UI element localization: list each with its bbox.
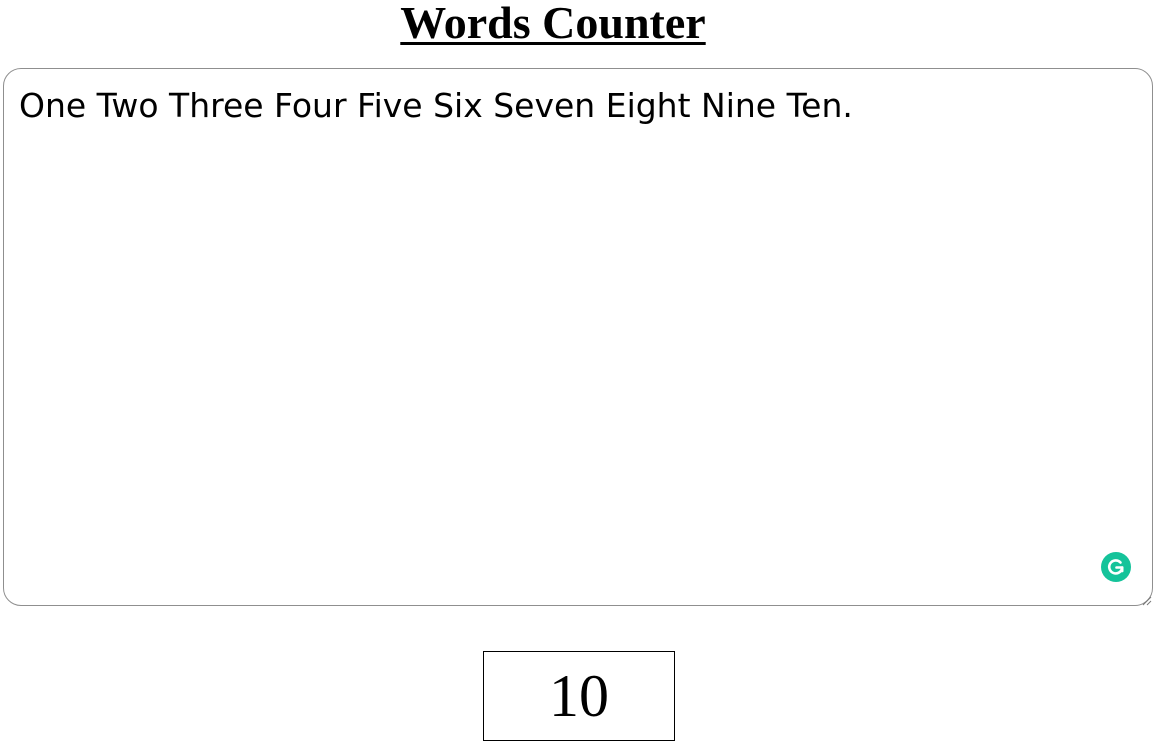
text-input-value[interactable]: One Two Three Four Five Six Seven Eight … bbox=[19, 87, 1132, 125]
resize-grip-glyph bbox=[1142, 596, 1152, 606]
resize-handle-icon[interactable] bbox=[1140, 593, 1152, 606]
text-input-area[interactable]: One Two Three Four Five Six Seven Eight … bbox=[3, 68, 1153, 606]
grammarly-glyph bbox=[1108, 559, 1124, 575]
word-count-display: 10 bbox=[483, 651, 675, 741]
grammarly-icon[interactable] bbox=[1101, 552, 1131, 582]
page-title: Words Counter bbox=[400, 0, 706, 48]
page: Words Counter One Two Three Four Five Si… bbox=[0, 0, 1166, 749]
